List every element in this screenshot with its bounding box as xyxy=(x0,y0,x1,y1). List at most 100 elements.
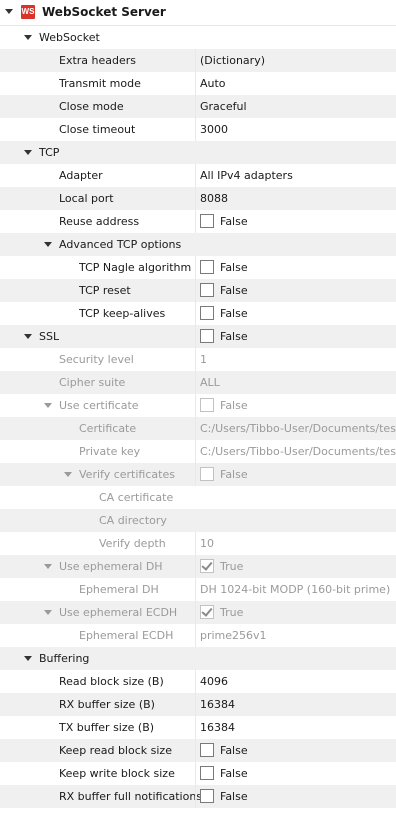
prop-value: 1 xyxy=(195,348,396,371)
checkbox-label: False xyxy=(220,284,248,297)
checkbox[interactable] xyxy=(200,789,214,803)
prop-reuse-address[interactable]: Reuse address False xyxy=(0,210,396,233)
prop-adapter[interactable]: Adapter All IPv4 adapters xyxy=(0,164,396,187)
prop-value[interactable]: 8088 xyxy=(195,187,396,210)
collapse-arrow-icon[interactable] xyxy=(43,394,53,417)
prop-keep-write-block-size[interactable]: Keep write block size False xyxy=(0,762,396,785)
group-verify-certificates[interactable]: Verify certificates False xyxy=(0,463,396,486)
prop-label: Keep read block size xyxy=(59,744,172,757)
prop-label: Keep write block size xyxy=(59,767,175,780)
prop-private-key: Private key C:/Users/Tibbo-User/Document… xyxy=(0,440,396,463)
checkbox[interactable] xyxy=(200,214,214,228)
collapse-arrow-icon[interactable] xyxy=(23,26,33,49)
prop-tcp-keep-alives[interactable]: TCP keep-alives False xyxy=(0,302,396,325)
prop-tcp-nagle-algorithm[interactable]: TCP Nagle algorithm False xyxy=(0,256,396,279)
prop-label: Ephemeral ECDH xyxy=(79,629,174,642)
prop-value[interactable]: 3000 xyxy=(195,118,396,141)
collapse-arrow-icon[interactable] xyxy=(23,141,33,164)
checkbox-label: False xyxy=(220,215,248,228)
group-label: Use certificate xyxy=(59,399,139,412)
prop-value: prime256v1 xyxy=(195,624,396,647)
prop-value[interactable]: False xyxy=(195,302,396,325)
collapse-arrow-icon[interactable] xyxy=(23,647,33,670)
prop-value[interactable]: False xyxy=(195,279,396,302)
prop-value[interactable]: False xyxy=(195,785,396,808)
checkbox-label: False xyxy=(220,399,248,412)
prop-tx-buffer-size[interactable]: TX buffer size (B) 16384 xyxy=(0,716,396,739)
checkbox[interactable] xyxy=(200,766,214,780)
property-grid: WS WebSocket Server WebSocket Extra head… xyxy=(0,0,396,808)
prop-label: TCP reset xyxy=(79,284,131,297)
prop-label: Close timeout xyxy=(59,123,136,136)
prop-label: TCP Nagle algorithm xyxy=(79,261,192,274)
prop-value[interactable]: False xyxy=(195,210,396,233)
prop-ca-certificate: CA certificate xyxy=(0,486,396,509)
prop-label: CA certificate xyxy=(99,491,174,504)
checkbox[interactable] xyxy=(200,260,214,274)
prop-value[interactable]: Auto xyxy=(195,72,396,95)
group-websocket-server[interactable]: WS WebSocket Server xyxy=(0,0,396,26)
group-label: WebSocket xyxy=(39,31,100,44)
prop-value[interactable]: All IPv4 adapters xyxy=(195,164,396,187)
prop-value[interactable]: False xyxy=(195,325,396,348)
prop-security-level: Security level 1 xyxy=(0,348,396,371)
prop-label: RX buffer size (B) xyxy=(59,698,155,711)
prop-value[interactable]: 16384 xyxy=(195,693,396,716)
prop-value: True xyxy=(195,601,396,624)
prop-keep-read-block-size[interactable]: Keep read block size False xyxy=(0,739,396,762)
group-ssl[interactable]: SSL False xyxy=(0,325,396,348)
prop-label: Adapter xyxy=(59,169,103,182)
group-buffering[interactable]: Buffering xyxy=(0,647,396,670)
collapse-arrow-icon[interactable] xyxy=(43,601,53,624)
prop-label: Transmit mode xyxy=(59,77,141,90)
checkbox[interactable] xyxy=(200,283,214,297)
prop-label: Verify depth xyxy=(99,537,166,550)
prop-value[interactable]: False xyxy=(195,256,396,279)
prop-read-block-size[interactable]: Read block size (B) 4096 xyxy=(0,670,396,693)
prop-ephemeral-ecdh: Ephemeral ECDH prime256v1 xyxy=(0,624,396,647)
group-use-ephemeral-dh[interactable]: Use ephemeral DH True xyxy=(0,555,396,578)
prop-tcp-reset[interactable]: TCP reset False xyxy=(0,279,396,302)
collapse-arrow-icon[interactable] xyxy=(43,233,53,256)
prop-value[interactable]: False xyxy=(195,762,396,785)
group-websocket[interactable]: WebSocket xyxy=(0,26,396,49)
websocket-logo-icon: WS xyxy=(21,5,35,19)
checkbox[interactable] xyxy=(200,329,214,343)
prop-value[interactable]: False xyxy=(195,739,396,762)
prop-value[interactable]: 4096 xyxy=(195,670,396,693)
checkbox[interactable] xyxy=(200,306,214,320)
checkbox-label: True xyxy=(220,560,244,573)
prop-label: Security level xyxy=(59,353,134,366)
group-use-ephemeral-ecdh[interactable]: Use ephemeral ECDH True xyxy=(0,601,396,624)
checkbox xyxy=(200,467,214,481)
prop-verify-depth: Verify depth 10 xyxy=(0,532,396,555)
prop-value: False xyxy=(195,394,396,417)
prop-close-mode[interactable]: Close mode Graceful xyxy=(0,95,396,118)
prop-value: C:/Users/Tibbo-User/Documents/test-ce... xyxy=(195,417,396,440)
prop-value: False xyxy=(195,463,396,486)
checkbox-label: True xyxy=(220,606,244,619)
collapse-arrow-icon[interactable] xyxy=(43,555,53,578)
prop-value: C:/Users/Tibbo-User/Documents/test-ce... xyxy=(195,440,396,463)
group-label: Use ephemeral ECDH xyxy=(59,606,178,619)
prop-value[interactable]: 16384 xyxy=(195,716,396,739)
prop-rx-buffer-size[interactable]: RX buffer size (B) 16384 xyxy=(0,693,396,716)
prop-value[interactable]: (Dictionary) xyxy=(195,49,396,72)
prop-label: Close mode xyxy=(59,100,124,113)
group-use-certificate[interactable]: Use certificate False xyxy=(0,394,396,417)
collapse-arrow-icon[interactable] xyxy=(4,0,14,23)
prop-extra-headers[interactable]: Extra headers (Dictionary) xyxy=(0,49,396,72)
prop-close-timeout[interactable]: Close timeout 3000 xyxy=(0,118,396,141)
collapse-arrow-icon[interactable] xyxy=(23,325,33,348)
group-tcp[interactable]: TCP xyxy=(0,141,396,164)
collapse-arrow-icon[interactable] xyxy=(63,463,73,486)
checkbox[interactable] xyxy=(200,743,214,757)
group-advanced-tcp-options[interactable]: Advanced TCP options xyxy=(0,233,396,256)
prop-rx-buffer-full-notifications[interactable]: RX buffer full notifications False xyxy=(0,785,396,808)
prop-local-port[interactable]: Local port 8088 xyxy=(0,187,396,210)
checkbox-label: False xyxy=(220,468,248,481)
checkbox-label: False xyxy=(220,330,248,343)
prop-transmit-mode[interactable]: Transmit mode Auto xyxy=(0,72,396,95)
prop-value[interactable]: Graceful xyxy=(195,95,396,118)
prop-label: Cipher suite xyxy=(59,376,126,389)
